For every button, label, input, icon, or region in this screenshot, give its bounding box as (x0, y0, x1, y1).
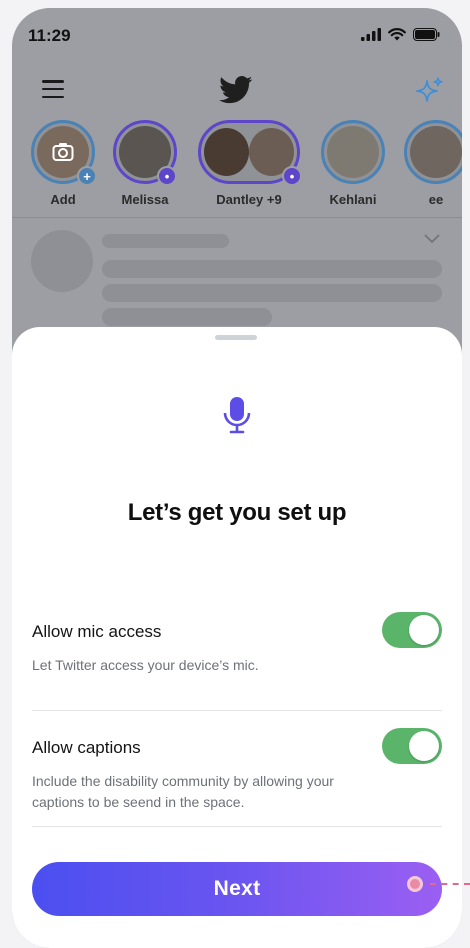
space-badge-icon: • (282, 166, 302, 186)
chevron-down-icon[interactable] (424, 234, 440, 244)
avatar (327, 126, 379, 178)
sheet-grabber[interactable] (215, 335, 257, 340)
phone-screen: 11:29 + Add • Melissa • Dantley +9 Kehla… (12, 8, 462, 948)
setting-title: Allow captions (32, 738, 141, 757)
mic-access-toggle[interactable] (382, 612, 442, 648)
wifi-icon (388, 28, 406, 41)
toggle-knob (409, 731, 439, 761)
skeleton-line (102, 260, 442, 278)
skeleton-line (102, 234, 229, 248)
skeleton-line (102, 308, 272, 326)
fleets-row: + Add • Melissa • Dantley +9 Kehlani ee (12, 120, 462, 218)
fleet-ee[interactable]: ee (404, 120, 462, 207)
fleet-add[interactable]: + Add (31, 120, 97, 207)
setting-mic-access: Allow mic access Let Twitter access your… (32, 612, 442, 682)
avatar (204, 128, 249, 176)
fleet-melissa[interactable]: • Melissa (113, 120, 177, 207)
battery-icon (413, 28, 440, 41)
skeleton-line (102, 284, 442, 302)
divider (12, 217, 462, 218)
setting-captions: Allow captions Include the disability co… (32, 728, 442, 818)
tap-indicator (407, 876, 423, 892)
top-nav (12, 68, 462, 118)
avatar (410, 126, 462, 178)
divider (32, 826, 442, 827)
setting-description: Let Twitter access your device’s mic. (32, 657, 259, 673)
toggle-knob (409, 615, 439, 645)
divider (32, 710, 442, 711)
fleet-dantley[interactable]: • Dantley +9 (198, 120, 302, 207)
hamburger-icon[interactable] (42, 80, 64, 98)
signal-icon (361, 28, 381, 41)
sheet-title: Let’s get you set up (127, 499, 347, 526)
status-time: 11:29 (28, 26, 71, 45)
captions-toggle[interactable] (382, 728, 442, 764)
add-badge-plus-icon: + (77, 166, 97, 186)
twitter-bird-icon (219, 76, 253, 104)
fleet-label-add: Add (50, 192, 76, 207)
fleet-label-dantley: Dantley +9 (216, 192, 282, 207)
status-bar: 11:29 (12, 8, 462, 62)
space-badge-icon: • (157, 166, 177, 186)
setting-title: Allow mic access (32, 622, 162, 641)
skeleton-avatar (31, 230, 93, 292)
next-button[interactable]: Next (32, 862, 442, 916)
fleet-label-ee: ee (428, 192, 444, 207)
sparkle-icon[interactable] (414, 76, 444, 106)
camera-icon (52, 143, 74, 161)
setting-description: Include the disability community by allo… (32, 773, 334, 810)
fleet-label-melissa: Melissa (121, 192, 169, 207)
microphone-icon (223, 397, 251, 434)
fleet-kehlani[interactable]: Kehlani (321, 120, 385, 207)
tap-indicator-trail (430, 883, 470, 885)
status-icons (361, 28, 440, 41)
fleet-label-kehlani: Kehlani (329, 192, 377, 207)
setup-bottom-sheet: Let’s get you set up Allow mic access Le… (12, 327, 462, 948)
